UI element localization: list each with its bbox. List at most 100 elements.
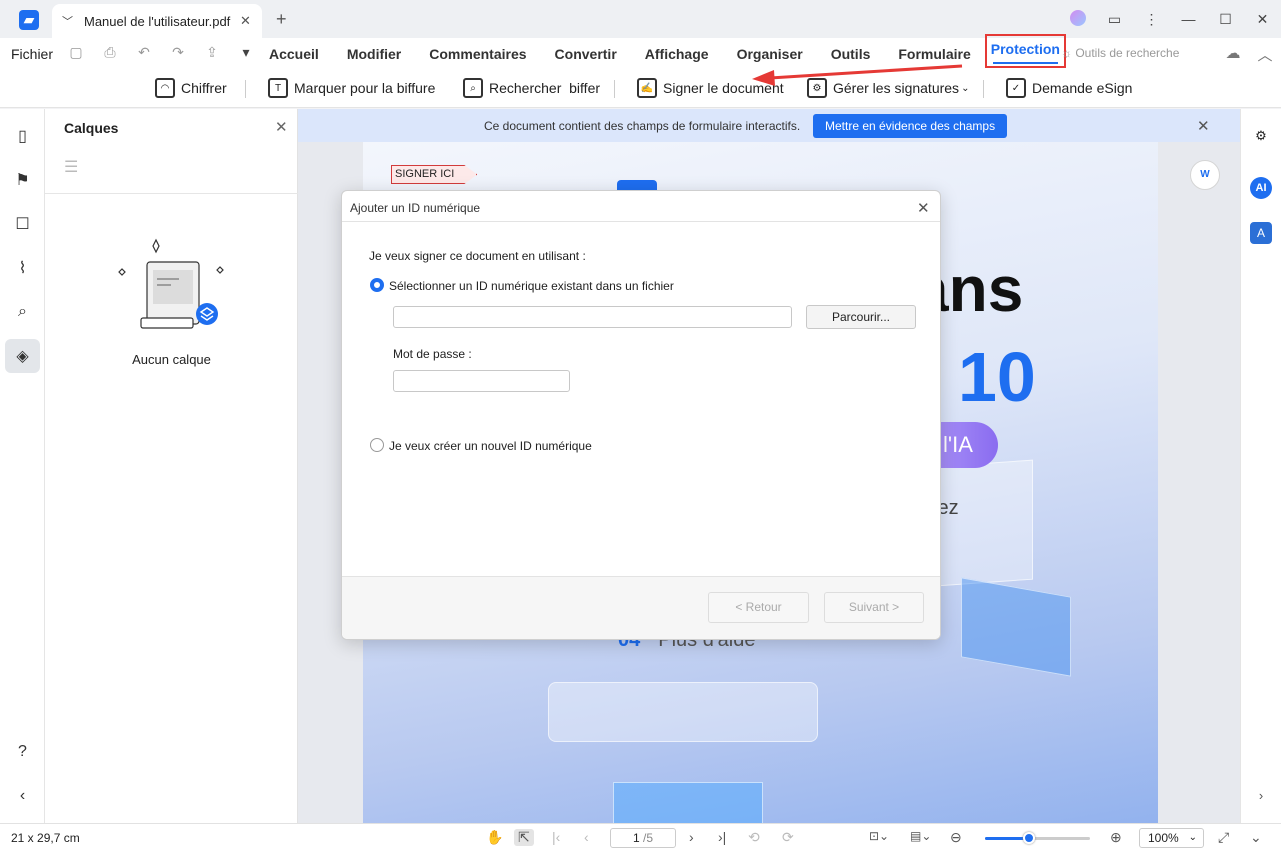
fit-page-icon[interactable]: ⊡⌄ xyxy=(869,829,889,843)
ribbon-tabs: Accueil Modifier Commentaires Convertir … xyxy=(255,34,1066,70)
status-bar: 21 x 29,7 cm ✋ ⇱ |‹ ‹ 1 /5 › ›| ⟲ ⟳ ⊡⌄ ▤… xyxy=(0,823,1281,851)
document-tab[interactable]: ﹀ Manuel de l'utilisateur.pdf ✕ xyxy=(52,4,262,38)
redo-icon[interactable]: ↷ xyxy=(166,44,190,61)
layers-panel: Calques ✕ ☰ Aucun calque xyxy=(45,109,298,823)
more-vertical-icon[interactable]: ⋮ xyxy=(1133,11,1170,28)
back-button[interactable]: < Retour xyxy=(708,592,809,623)
manage-signatures-button[interactable]: ⚙ Gérer les signatures ⌄ xyxy=(807,78,969,98)
window-controls: ▭ ⋮ — ☐ ✕ xyxy=(1059,0,1281,38)
sign-here-field[interactable]: SIGNER ICI xyxy=(391,165,478,184)
zoom-in-icon[interactable]: ⊕ xyxy=(1110,829,1122,846)
collapse-ribbon-icon[interactable]: ︿ xyxy=(1249,44,1281,65)
search-tools[interactable]: ☼ Outils de recherche xyxy=(1061,46,1179,60)
close-icon[interactable]: ✕ xyxy=(275,118,288,136)
browse-button[interactable]: Parcourir... xyxy=(806,305,916,329)
prev-page-icon[interactable]: ‹ xyxy=(584,829,589,845)
help-icon[interactable]: ? xyxy=(5,735,40,769)
avatar[interactable] xyxy=(1059,9,1096,29)
lock-icon: ◠ xyxy=(155,78,175,98)
minimize-icon[interactable]: — xyxy=(1170,11,1207,27)
zoom-slider-handle[interactable] xyxy=(1023,832,1036,844)
next-page-icon[interactable]: › xyxy=(689,829,694,845)
file-path-input[interactable] xyxy=(393,306,792,328)
attachment-icon[interactable]: ⌇ xyxy=(5,251,40,285)
current-page: 1 xyxy=(632,831,640,845)
rotate-left-icon[interactable]: ⟲ xyxy=(748,829,760,846)
mark-redaction-button[interactable]: T Marquer pour la biffure xyxy=(268,78,435,98)
upload-cloud-icon[interactable]: ☁ xyxy=(1217,44,1249,65)
more-down-icon[interactable]: ⌄ xyxy=(1250,829,1262,846)
chevron-down-icon: ⌄ xyxy=(961,82,970,94)
tab-accueil[interactable]: Accueil xyxy=(255,38,333,70)
chevron-down-icon[interactable]: ﹀ xyxy=(62,13,80,29)
window-close-icon[interactable]: ✕ xyxy=(1244,11,1281,28)
layers-title: Calques xyxy=(64,120,119,136)
last-page-icon[interactable]: ›| xyxy=(718,829,726,845)
zoom-select[interactable]: 100% ⌄ xyxy=(1139,828,1204,848)
encrypt-button[interactable]: ◠ Chiffrer xyxy=(155,78,227,98)
tab-modifier[interactable]: Modifier xyxy=(333,38,415,70)
bookmark-icon[interactable]: ⚑ xyxy=(5,163,40,197)
app-logo-icon: ▰ xyxy=(19,10,39,30)
page-number-input[interactable]: 1 /5 xyxy=(610,828,676,848)
collapse-right-icon[interactable]: › xyxy=(1250,785,1272,807)
page-total: /5 xyxy=(643,831,654,845)
layers-icon[interactable]: ◈ xyxy=(5,339,40,373)
select-tool-icon[interactable]: ⇱ xyxy=(514,829,534,846)
zoom-slider[interactable] xyxy=(985,832,1090,844)
comment-icon[interactable]: ☐ xyxy=(5,207,40,241)
maximize-icon[interactable]: ☐ xyxy=(1207,11,1244,28)
rotate-right-icon[interactable]: ⟳ xyxy=(782,829,794,846)
translate-icon[interactable]: A xyxy=(1250,222,1272,244)
tab-commentaires[interactable]: Commentaires xyxy=(415,38,540,70)
tab-organiser[interactable]: Organiser xyxy=(723,38,817,70)
radio-new-id[interactable] xyxy=(370,438,384,452)
tab-protection[interactable]: Protection xyxy=(984,34,1066,68)
new-tab-plus-icon[interactable]: + xyxy=(276,9,287,30)
highlight-fields-button[interactable]: Mettre en évidence des champs xyxy=(813,114,1008,138)
radio-existing-id[interactable] xyxy=(370,278,384,292)
ai-assistant-icon[interactable]: AI xyxy=(1250,177,1272,199)
sign-document-button[interactable]: ✍ Signer le document xyxy=(637,78,784,98)
feedback-icon[interactable]: ▭ xyxy=(1096,11,1133,28)
tab-affichage[interactable]: Affichage xyxy=(631,38,723,70)
collapse-left-icon[interactable]: ‹ xyxy=(5,779,40,813)
decorative-slab xyxy=(613,782,763,823)
fullscreen-icon[interactable]: ⤢ xyxy=(1218,829,1229,846)
toolbar-divider xyxy=(245,80,246,98)
version-fragment: 10 xyxy=(958,338,1036,416)
option-existing-label[interactable]: Sélectionner un ID numérique existant da… xyxy=(389,279,674,293)
next-button[interactable]: Suivant > xyxy=(824,592,924,623)
close-icon[interactable]: ✕ xyxy=(917,199,930,217)
encrypt-label: Chiffrer xyxy=(181,80,227,96)
layers-options-icon[interactable]: ☰ xyxy=(64,157,78,177)
tab-outils[interactable]: Outils xyxy=(817,38,885,70)
save-icon[interactable]: ▢ xyxy=(64,44,88,61)
convert-to-word-icon[interactable]: W xyxy=(1190,160,1220,190)
close-icon[interactable]: ✕ xyxy=(240,13,262,29)
page-thumbnails-icon[interactable]: ▯ xyxy=(5,119,40,153)
password-input[interactable] xyxy=(393,370,570,392)
page-layout-icon[interactable]: ▤⌄ xyxy=(910,829,931,843)
password-label: Mot de passe : xyxy=(393,347,472,361)
share-icon[interactable]: ⇪ xyxy=(200,44,224,61)
undo-icon[interactable]: ↶ xyxy=(132,44,156,61)
zoom-out-icon[interactable]: ⊖ xyxy=(950,829,962,846)
tab-convertir[interactable]: Convertir xyxy=(541,38,631,70)
esign-request-button[interactable]: ✓ Demande eSign xyxy=(1006,78,1132,98)
print-icon[interactable]: ⎙ xyxy=(98,44,122,61)
mark-redaction-label: Marquer pour la biffure xyxy=(294,80,436,96)
add-digital-id-dialog: Ajouter un ID numérique ✕ Je veux signer… xyxy=(341,190,941,640)
search-redact-button[interactable]: ⌕ Rechercher biffer xyxy=(463,78,600,98)
properties-sliders-icon[interactable]: ⚙ xyxy=(1250,125,1272,147)
toolbar-divider xyxy=(983,80,984,98)
close-icon[interactable]: ✕ xyxy=(1197,117,1210,135)
search-icon[interactable]: ⌕ xyxy=(5,295,40,329)
menu-file[interactable]: Fichier xyxy=(11,46,53,62)
option-new-label[interactable]: Je veux créer un nouvel ID numérique xyxy=(389,439,592,453)
hand-tool-icon[interactable]: ✋ xyxy=(486,829,503,846)
page-size: 21 x 29,7 cm xyxy=(11,831,80,845)
tab-formulaire[interactable]: Formulaire xyxy=(884,38,984,70)
form-fields-infobar: Ce document contient des champs de formu… xyxy=(298,109,1240,142)
first-page-icon[interactable]: |‹ xyxy=(552,829,560,845)
